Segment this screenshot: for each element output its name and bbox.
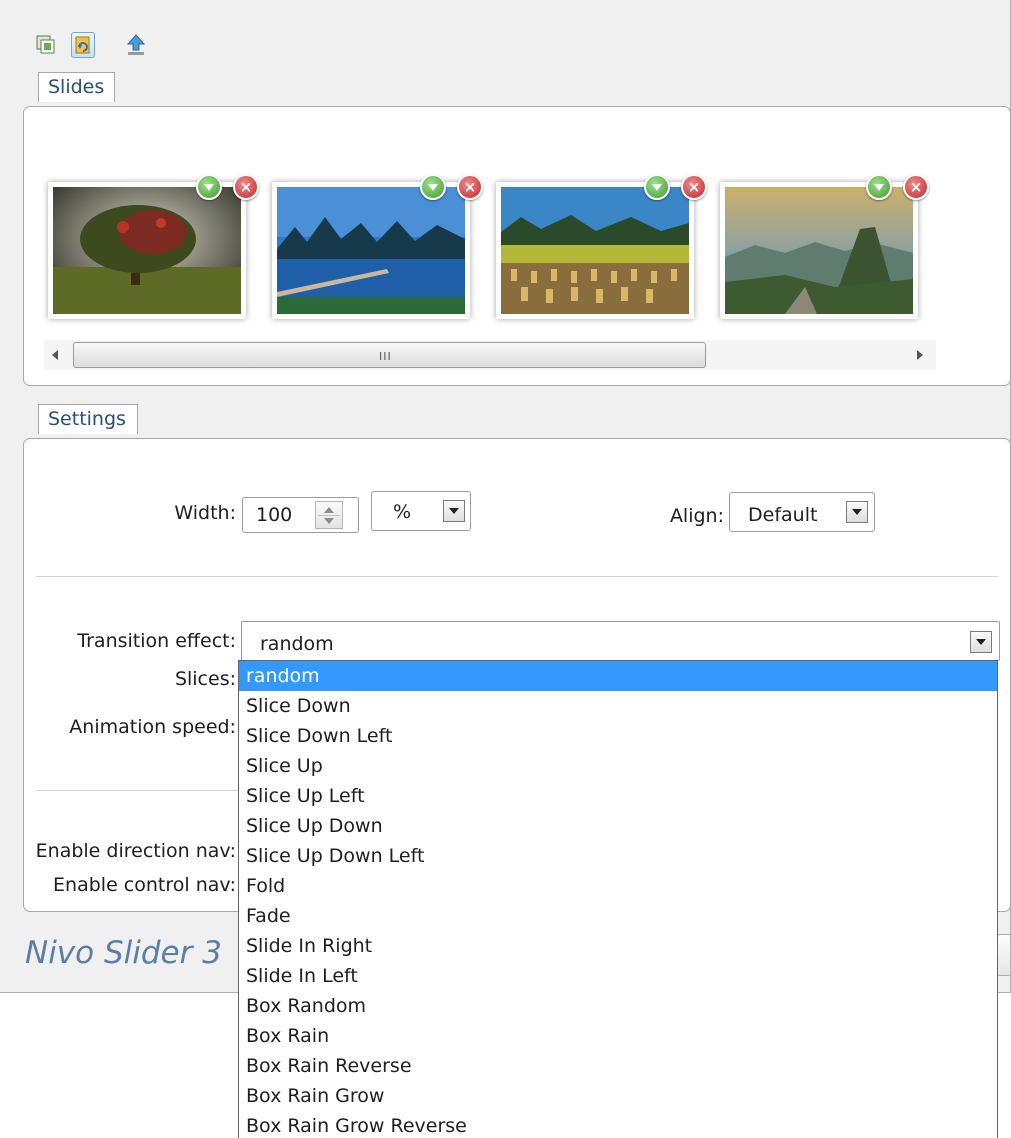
slides-scrollbar[interactable]: III [44, 340, 936, 370]
tab-slides[interactable]: Slides [38, 72, 115, 102]
transition-effect-dropdown-list[interactable]: random Slice Down Slice Down Left Slice Up S… [238, 660, 998, 1138]
move-down-icon[interactable] [866, 174, 892, 200]
dropdown-option[interactable]: Slice Down [239, 691, 997, 721]
tab-settings-label: Settings [48, 408, 126, 430]
dropdown-option[interactable]: Fold [239, 871, 997, 901]
remove-icon[interactable]: × [903, 174, 929, 200]
transition-effect-label: Transition effect: [77, 630, 236, 652]
width-label: Width: [174, 502, 236, 524]
app-title: Nivo Slider 3 [25, 935, 222, 971]
transition-effect-value: random [260, 633, 334, 655]
scrollbar-thumb[interactable]: III [73, 342, 706, 368]
dropdown-option[interactable]: Box Rain Grow Reverse [239, 1111, 997, 1138]
dropdown-option[interactable]: Box Rain [239, 1021, 997, 1051]
dropdown-option[interactable]: Slide In Right [239, 931, 997, 961]
dropdown-option[interactable]: Box Random [239, 991, 997, 1021]
width-unit-value: % [393, 501, 412, 523]
dropdown-option[interactable]: Slice Up Down [239, 811, 997, 841]
dropdown-option[interactable]: Slice Up Down Left [239, 841, 997, 871]
dropdown-option[interactable]: Slice Up Left [239, 781, 997, 811]
mountain-peak-thumbnail [725, 187, 913, 314]
stepper-down-icon[interactable] [324, 518, 334, 524]
tab-slides-label: Slides [48, 76, 105, 98]
chevron-down-icon[interactable] [846, 501, 868, 523]
stepper-arrows[interactable] [315, 501, 343, 529]
width-stepper[interactable]: 100 [242, 497, 359, 533]
control-nav-label: Enable control nav: [53, 874, 236, 896]
dropdown-option[interactable]: random [239, 661, 997, 691]
direction-nav-label: Enable direction nav: [35, 840, 236, 862]
width-unit-select[interactable]: % [371, 491, 471, 531]
scrollbar-grip: III [379, 350, 392, 363]
slide-thumbnail-3[interactable] [496, 182, 694, 319]
dropdown-option[interactable]: Slice Up [239, 751, 997, 781]
transition-effect-select[interactable]: random [241, 621, 1000, 661]
slices-label: Slices: [174, 668, 236, 690]
remove-icon[interactable]: × [233, 174, 259, 200]
divider [36, 790, 238, 791]
scroll-right-arrow-icon[interactable] [917, 350, 923, 360]
move-down-icon[interactable] [196, 174, 222, 200]
remove-icon[interactable]: × [457, 174, 483, 200]
lake-mountains-thumbnail [277, 187, 465, 314]
refresh-image-icon[interactable] [71, 32, 95, 58]
tab-settings[interactable]: Settings [38, 404, 138, 434]
slide-thumbnail-2[interactable] [272, 182, 470, 319]
align-select[interactable]: Default [729, 492, 875, 532]
dropdown-option[interactable]: Slice Down Left [239, 721, 997, 751]
dropdown-option[interactable]: Box Rain Reverse [239, 1051, 997, 1081]
slides-copy-icon[interactable] [34, 32, 58, 58]
chevron-down-icon[interactable] [443, 500, 465, 522]
slide-thumbnail-4[interactable] [720, 182, 918, 319]
footer-button[interactable] [996, 934, 1010, 976]
align-value: Default [748, 504, 818, 526]
move-down-icon[interactable] [420, 174, 446, 200]
slide-thumbnail-1[interactable] [48, 182, 246, 319]
remove-icon[interactable]: × [681, 174, 707, 200]
dropdown-option[interactable]: Fade [239, 901, 997, 931]
dropdown-option[interactable]: Box Rain Grow [239, 1081, 997, 1111]
move-down-icon[interactable] [644, 174, 670, 200]
width-value: 100 [256, 504, 293, 526]
chevron-down-icon[interactable] [970, 631, 992, 653]
tree-landscape-thumbnail [53, 187, 241, 314]
animation-speed-label: Animation speed: [69, 716, 236, 738]
scroll-left-arrow-icon[interactable] [52, 350, 58, 360]
rice-field-thumbnail [501, 187, 689, 314]
stepper-up-icon[interactable] [324, 507, 334, 513]
dropdown-option[interactable]: Slide In Left [239, 961, 997, 991]
upload-icon[interactable] [124, 32, 148, 58]
align-label: Align: [669, 505, 724, 527]
divider [36, 576, 998, 577]
